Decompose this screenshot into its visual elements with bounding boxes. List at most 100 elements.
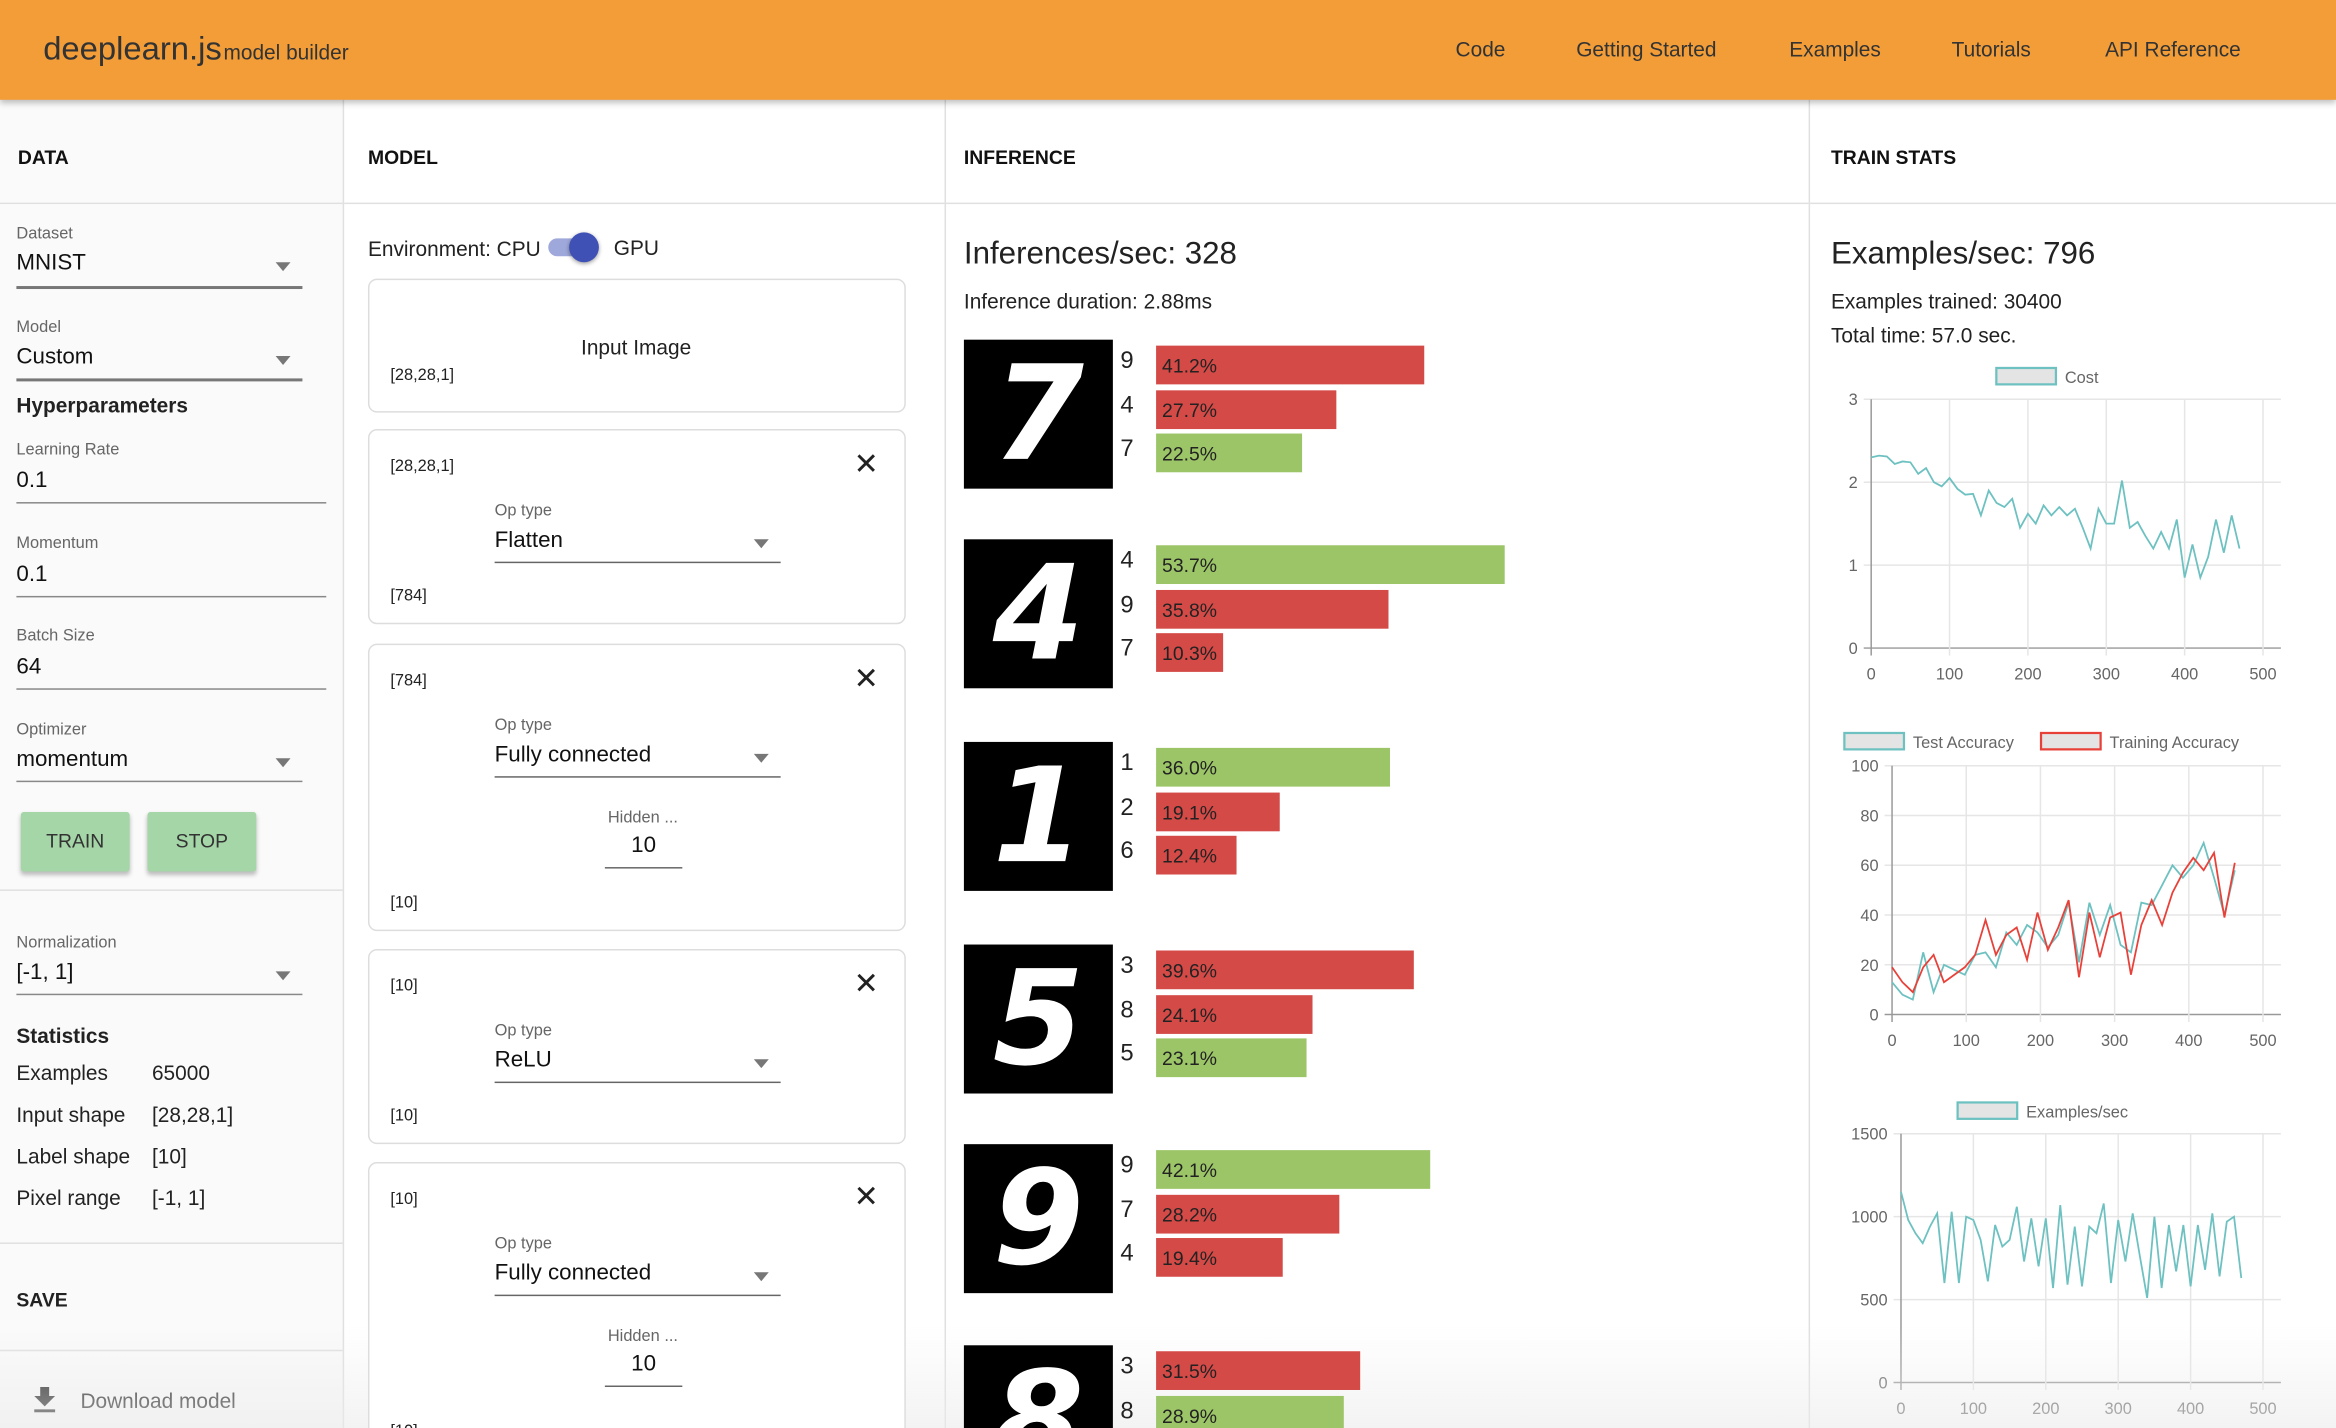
prediction-percent: 42.1% [1162,1159,1217,1182]
prediction-percent: 22.5% [1162,442,1217,465]
close-icon[interactable]: ✕ [854,965,879,1002]
legend-swatch [1843,731,1906,751]
prediction-label: 3 [1120,953,1134,979]
prediction-percent: 39.6% [1162,959,1217,982]
prediction-label: 1 [1120,750,1134,777]
x-tick-label: 400 [2171,665,2198,683]
close-icon[interactable]: ✕ [854,1178,879,1215]
op-type-label: Op type [494,716,553,735]
legend-swatch [1956,1101,2019,1120]
x-tick-label: 200 [2032,1400,2059,1418]
prediction-label: 6 [1120,838,1134,865]
y-tick-label: 80 [1860,807,1878,825]
hidden-units-value: 10 [631,832,657,859]
y-tick-label: 3 [1849,391,1858,409]
y-tick-label: 0 [1870,1007,1879,1025]
op-type-select[interactable]: ReLU [494,1047,781,1084]
legend-label: Examples/sec [2026,1103,2128,1121]
y-tick-label: 40 [1860,907,1878,925]
layer-output-shape: [10] [390,893,418,912]
prediction-label: 9 [1120,1153,1134,1179]
nav-getting-started[interactable]: Getting Started [1576,37,1716,61]
op-type-label: Op type [494,1022,553,1040]
stat-value: [10] [151,1144,187,1169]
close-icon[interactable]: ✕ [854,445,879,482]
stat-value: [28,28,1] [151,1102,234,1127]
layer-input-shape: [10] [390,1190,418,1209]
op-type-select[interactable]: Fully connected [494,741,781,778]
prediction-label: 7 [1120,436,1134,462]
nav-examples[interactable]: Examples [1789,37,1881,61]
prediction-percent: 10.3% [1162,642,1217,665]
prediction-label: 2 [1120,794,1134,821]
x-tick-label: 300 [2093,665,2120,683]
prediction-percent: 12.4% [1162,844,1217,868]
op-type-label: Op type [494,1235,553,1253]
op-type-value: Fully connected [494,1260,652,1286]
prediction-label: 5 [1120,1041,1134,1067]
prediction-percent: 35.8% [1162,598,1217,621]
prediction-label: 8 [1120,997,1134,1023]
logo-subtitle: model builder [223,40,349,65]
stat-value: 65000 [151,1060,210,1085]
x-tick-label: 300 [2101,1032,2128,1050]
op-type-label: Op type [494,502,553,520]
chevron-down-icon [753,753,769,763]
prediction-percent: 28.9% [1162,1404,1217,1427]
series-line [1891,850,2236,994]
y-tick-label: 1000 [1851,1209,1887,1227]
x-tick-label: 500 [2249,1400,2276,1418]
op-type-select[interactable]: Fully connected [494,1260,781,1297]
close-icon[interactable]: ✕ [854,660,879,697]
nav-tutorials[interactable]: Tutorials [1952,37,2031,61]
layer-output-shape: [10] [390,1106,418,1125]
prediction-percent: 31.5% [1162,1360,1217,1383]
prediction-label: 8 [1120,1398,1134,1424]
hidden-units-label: Hidden ... [607,808,678,827]
legend-label: Training Accuracy [2110,734,2240,752]
legend-swatch [1995,366,2058,386]
hidden-units-label: Hidden ... [607,1327,678,1346]
top-app-bar: deeplearn.js model builder Code Getting … [0,0,2336,100]
x-tick-label: 400 [2175,1032,2202,1050]
y-tick-label: 0 [1849,640,1858,658]
legend-label: Cost [2065,369,2099,387]
x-tick-label: 400 [2177,1400,2204,1418]
stat-label: Input shape [16,1102,126,1127]
digit-image: 1 [963,741,1113,891]
x-tick-label: 200 [2027,1032,2054,1050]
prediction-label: 7 [1120,1197,1134,1223]
prediction-label: 3 [1120,1354,1134,1380]
logo[interactable]: deeplearn.js [43,30,222,69]
stat-label: Label shape [16,1144,131,1169]
layer-input-shape: [28,28,1] [390,457,455,476]
hidden-units-input[interactable]: 10 [604,1351,683,1388]
op-type-select[interactable]: Flatten [494,527,781,564]
x-tick-label: 100 [1936,665,1963,683]
x-tick-label: 0 [1867,665,1876,683]
hidden-units-input[interactable]: 10 [604,832,683,869]
prediction-percent: 53.7% [1162,554,1217,577]
legend-label: Test Accuracy [1913,734,2015,752]
y-tick-label: 0 [1878,1374,1887,1392]
digit-image: 4 [963,539,1113,689]
hidden-units-value: 10 [631,1351,657,1377]
chevron-down-icon [753,539,769,549]
layer-card: [28,28,1] ✕ Op type Flatten [784] [367,429,906,625]
prediction-label: 4 [1120,392,1134,418]
op-type-value: Fully connected [494,741,652,768]
prediction-label: 4 [1120,1241,1134,1267]
y-tick-label: 60 [1860,857,1878,875]
nav-api-reference[interactable]: API Reference [2105,37,2241,61]
legend-swatch [2039,731,2102,751]
nav-code[interactable]: Code [1456,37,1506,61]
op-type-value: Flatten [494,527,563,553]
x-tick-label: 300 [2105,1400,2132,1418]
prediction-percent: 24.1% [1162,1003,1217,1026]
op-type-value: ReLU [494,1047,552,1073]
prediction-percent: 41.2% [1162,354,1217,377]
y-tick-label: 2 [1849,474,1858,492]
stat-label: Pixel range [16,1185,121,1210]
x-tick-label: 500 [2249,1032,2276,1050]
layer-input-shape: [784] [390,671,427,690]
